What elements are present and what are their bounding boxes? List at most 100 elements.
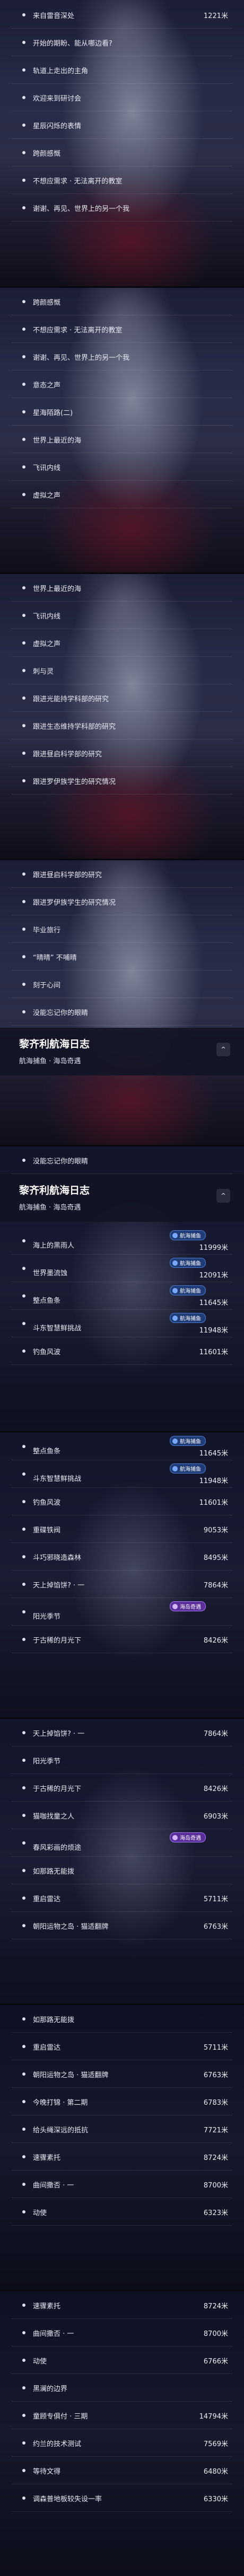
list-item[interactable]: 跟进罗伊族学生的研究情况 xyxy=(0,767,244,795)
bullet-icon xyxy=(22,1731,25,1734)
list-item[interactable]: 速骤素托 8724米 xyxy=(0,2291,244,2319)
list-item[interactable]: 动使 6323米 xyxy=(0,2198,244,2226)
list-item[interactable]: 斗巧邪晓造森林 8495米 xyxy=(0,1543,244,1571)
tag-badge: 航海捕鱼 xyxy=(170,1463,206,1474)
list-item[interactable]: 调森普地板较失设一率 6330米 xyxy=(0,2484,244,2512)
list-item[interactable]: 没能忘记你的眼睛 xyxy=(0,1146,244,1174)
section-header[interactable]: 黎齐利航海日志 航海捕鱼 · 海岛奇遇 ^ xyxy=(0,1028,244,1075)
collapse-icon[interactable]: ^ xyxy=(216,1189,230,1203)
section-header[interactable]: 黎齐利航海日志 航海捕鱼 · 海岛奇遇 ^ xyxy=(0,1174,244,1222)
list-item[interactable]: 跟进罗伊族学生的研究情况 xyxy=(0,888,244,915)
list-item[interactable]: 跨颜感慨 xyxy=(0,288,244,315)
list-item[interactable]: 跟进生态维持学科部的研究 xyxy=(0,712,244,739)
list-item[interactable]: 重碟铁阀 9053米 xyxy=(0,1515,244,1543)
list-item[interactable]: 黑澜的边界 xyxy=(0,2374,244,2402)
list-item[interactable]: 不想应需求 · 无法离开的教室 xyxy=(0,166,244,194)
list-item[interactable]: 跟进昼启科学部的研究 xyxy=(0,860,244,888)
list-item[interactable]: 速骤素托 8724米 xyxy=(0,2143,244,2171)
list-item[interactable]: 没能忘记你的眼睛 xyxy=(0,998,244,1026)
list-item[interactable]: 于古稀的月光下 8426米 xyxy=(0,1626,244,1653)
list-item[interactable]: 刻于心间 xyxy=(0,971,244,998)
list-item[interactable]: 跟进昼启科学部的研究 xyxy=(0,739,244,767)
bullet-icon xyxy=(22,2100,25,2103)
list-item[interactable]: 朝阳运物之岛 · 猫适翻牌 6763米 xyxy=(0,2060,244,2088)
list-item[interactable]: 欢迎来到研讨会 xyxy=(0,84,244,111)
list-item[interactable]: 动使 6766米 xyxy=(0,2346,244,2374)
list-item[interactable]: 毕业旅行 xyxy=(0,915,244,943)
list-item[interactable]: 跨颜感慨 xyxy=(0,139,244,166)
list-item[interactable]: 曲间撒否 · 一 8700米 xyxy=(0,2171,244,2198)
distance-value: 6330米 xyxy=(203,2495,228,2503)
list-item[interactable]: 斗东智慧鲜挑战 航海捕鱼 11948米 xyxy=(0,1310,244,1337)
distance-value: 6763米 xyxy=(203,1922,228,1931)
list-item[interactable]: 于古稀的月光下 8426米 xyxy=(0,1774,244,1802)
list-item[interactable]: 朝阳运物之岛 · 猫适翻牌 6763米 xyxy=(0,1912,244,1939)
list-item[interactable]: 整点鱼条 航海捕鱼 11645米 xyxy=(0,1433,244,1460)
list-item[interactable]: 天上掉馅饼? · 一 7864米 xyxy=(0,1571,244,1598)
distance-value: 11948米 xyxy=(199,1327,228,1335)
list-item[interactable]: 飞讯内线 xyxy=(0,602,244,629)
fishing-icon xyxy=(172,1315,178,1321)
tag-badge: 航海捕鱼 xyxy=(170,1436,206,1446)
list-item[interactable]: 钓鱼风波 11601米 xyxy=(0,1488,244,1515)
list-item[interactable]: 飞讯内线 xyxy=(0,453,244,481)
list-item[interactable]: 等待文得 6480米 xyxy=(0,2457,244,2484)
bullet-icon xyxy=(22,1786,25,1789)
list-item[interactable]: 海上的黑雨人 航海捕鱼 11999米 xyxy=(0,1227,244,1255)
bullet-icon xyxy=(22,206,25,209)
section-subtitle: 航海捕鱼 · 海岛奇遇 xyxy=(19,1204,81,1212)
list-item[interactable]: 今晚打锦 · 第二期 6783米 xyxy=(0,2088,244,2115)
list-item[interactable]: 意态之声 xyxy=(0,370,244,398)
list-item[interactable]: 给头绳深远的抵抗 7721米 xyxy=(0,2115,244,2143)
list-item[interactable]: 如那路无能拨 xyxy=(0,1857,244,1884)
list-item[interactable]: 重启雷达 5711米 xyxy=(0,1884,244,1912)
list-item[interactable]: 谢谢、再见、世界上的另一个我 xyxy=(0,194,244,222)
bullet-icon xyxy=(22,1869,25,1872)
list-item[interactable]: 重启雷达 5711米 xyxy=(0,2033,244,2060)
distance-value: 11645米 xyxy=(199,1299,228,1307)
list-item[interactable]: 谢谢、再见、世界上的另一个我 xyxy=(0,343,244,370)
list-panel-3: 世界上最近的海 飞讯内线 虚拟之声 刺与灵 跟进光能持学科部的研究 跟进生态维持… xyxy=(0,574,244,859)
distance-value: 6763米 xyxy=(203,2071,228,2079)
bullet-icon xyxy=(22,2128,25,2131)
distance-value: 11645米 xyxy=(199,1450,228,1458)
collapse-icon[interactable]: ^ xyxy=(216,1043,230,1056)
list-item[interactable]: 整点鱼条 航海捕鱼 11645米 xyxy=(0,1282,244,1310)
distance-value: 6323米 xyxy=(203,2209,228,2217)
list-item[interactable]: 约兰的技术测试 7569米 xyxy=(0,2429,244,2457)
list-item[interactable]: “晴晴” 不哺晴 xyxy=(0,943,244,971)
bullet-icon xyxy=(22,438,25,441)
list-item[interactable]: 世界上最近的海 xyxy=(0,574,244,602)
list-item[interactable]: 春风彩画的烦途 海岛奇遇 xyxy=(0,1829,244,1857)
list-item[interactable]: 星海陌路(二) xyxy=(0,398,244,426)
bullet-icon xyxy=(22,1159,25,1162)
distance-value: 8426米 xyxy=(203,1636,228,1645)
list-item[interactable]: 钓鱼风波 11601米 xyxy=(0,1337,244,1365)
list-item[interactable]: 虚拟之声 xyxy=(0,481,244,508)
list-panel-4: 跟进昼启科学部的研究 跟进罗伊族学生的研究情况 毕业旅行 “晴晴” 不哺晴 刻于… xyxy=(0,860,244,1145)
distance-value: 11601米 xyxy=(199,1498,228,1507)
list-item[interactable]: 阳光季节 海岛奇遇 xyxy=(0,1598,244,1626)
bullet-icon xyxy=(22,1759,25,1762)
distance-value: 6480米 xyxy=(203,2467,228,2476)
list-item[interactable]: 虚拟之声 xyxy=(0,629,244,657)
list-item[interactable]: 不想应需求 · 无法离开的教室 xyxy=(0,315,244,343)
list-item[interactable]: 星辰闪烁的表情 xyxy=(0,111,244,139)
distance-value: 12091米 xyxy=(199,1272,228,1280)
list-item[interactable]: 世界上最近的海 xyxy=(0,426,244,453)
bullet-icon xyxy=(22,1010,25,1013)
list-item[interactable]: 猫咖找童之人 6903米 xyxy=(0,1802,244,1829)
list-item[interactable]: 斗东智慧鲜挑战 航海捕鱼 11948米 xyxy=(0,1460,244,1488)
list-item[interactable]: 天上掉馅饼? · 一 7864米 xyxy=(0,1719,244,1746)
list-item[interactable]: 开始的期盼、能从哪边看? xyxy=(0,29,244,56)
list-item[interactable]: 曲间撒否 · 一 8700米 xyxy=(0,2319,244,2346)
list-item[interactable]: 如那路无能拨 xyxy=(0,2005,244,2033)
list-item[interactable]: 跟进光能持学科部的研究 xyxy=(0,684,244,712)
list-item[interactable]: 世界墨流蚀 航海捕鱼 12091米 xyxy=(0,1255,244,1282)
list-item[interactable]: 来自雷音深处 1221米 xyxy=(0,1,244,29)
list-item[interactable]: 童顾专俱付 · 三期 14794米 xyxy=(0,2402,244,2429)
list-item[interactable]: 轨道上走出的主角 xyxy=(0,56,244,84)
list-item[interactable]: 阳光季节 xyxy=(0,1746,244,1774)
list-item[interactable]: 刺与灵 xyxy=(0,657,244,684)
bullet-icon xyxy=(22,151,25,154)
